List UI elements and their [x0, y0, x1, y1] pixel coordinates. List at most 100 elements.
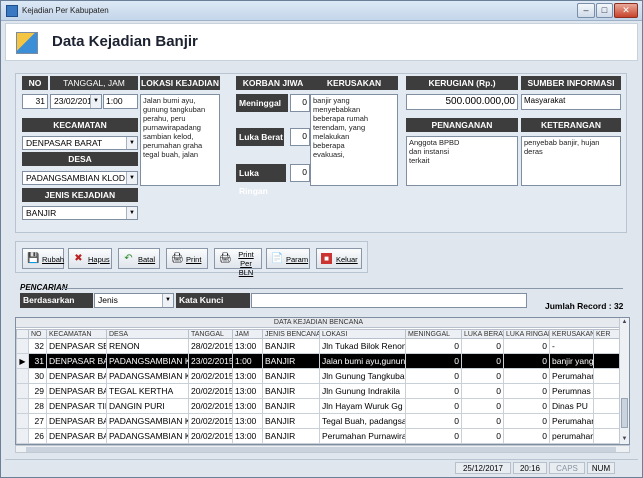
column-header[interactable]: MENINGGAL [405, 329, 462, 339]
table-cell: 28/02/2015 [188, 338, 233, 354]
keterangan-label: KETERANGAN [521, 118, 621, 132]
column-header[interactable]: TANGGAL [188, 329, 233, 339]
table-row[interactable]: 27DENPASAR BARATPADANGSAMBIAN KLOD20/02/… [16, 413, 622, 429]
column-header[interactable]: NO [28, 329, 47, 339]
table-cell: 0 [461, 383, 504, 399]
meninggal-field[interactable]: 0 [290, 94, 310, 112]
exit-icon: ■ [321, 253, 332, 264]
title-bar: Kejadian Per Kabupaten – □ ✕ [1, 1, 642, 21]
table-row[interactable]: 30DENPASAR BARATPADANGSAMBIAN KLOD20/02/… [16, 368, 622, 384]
scroll-thumb[interactable] [26, 447, 616, 452]
time-field[interactable]: 1:00 [103, 94, 138, 109]
chevron-down-icon[interactable]: ▼ [126, 137, 137, 149]
keluar-label: Keluar [336, 255, 358, 264]
database-icon [16, 32, 38, 54]
data-table: NO KECAMATAN DESA TANGGAL JAM JENIS BENCANA LO… [16, 329, 622, 444]
column-header[interactable]: JENIS BENCANA [262, 329, 320, 339]
ubah-button[interactable]: 💾 Rubah [22, 248, 64, 269]
chevron-down-icon[interactable]: ▼ [90, 95, 101, 108]
table-cell: 13:00 [232, 338, 263, 354]
table-cell: 0 [405, 353, 462, 369]
scroll-thumb[interactable] [621, 398, 628, 428]
column-header[interactable]: KECAMATAN [46, 329, 107, 339]
print-per-bln-button[interactable]: 🖨 Print Per BLN [214, 248, 262, 277]
table-cell [593, 338, 622, 354]
table-cell: 0 [503, 398, 550, 414]
table-row[interactable]: 28DENPASAR TIMURDANGIN PURI20/02/201513:… [16, 398, 622, 414]
keluar-button[interactable]: ■ Keluar [316, 248, 362, 269]
status-bar: 25/12/2017 20:16 CAPS NUM [5, 459, 638, 476]
status-num: NUM [587, 462, 615, 474]
no-field[interactable]: 31 [22, 94, 48, 109]
table-row[interactable]: ▶31DENPASAR BARATPADANGSAMBIAN KLOD23/02… [16, 353, 622, 369]
lokasi-memo[interactable]: Jalan bumi ayu, gunung tangkuban perahu,… [140, 94, 220, 186]
maximize-button[interactable]: □ [596, 3, 613, 18]
table-cell: DENPASAR BARAT [46, 383, 107, 399]
kerugian-field[interactable]: 500.000.000,00 [406, 94, 518, 110]
no-label: NO [22, 76, 48, 90]
row-indicator [16, 413, 29, 429]
penanganan-memo[interactable]: Anggota BPBD dan instansi terkait [406, 136, 518, 186]
luka-ringan-field[interactable]: 0 [290, 164, 310, 182]
delete-icon: ✖ [74, 253, 83, 264]
row-indicator [16, 398, 29, 414]
berdasarkan-select[interactable]: Jenis ▼ [94, 293, 174, 308]
vertical-scrollbar[interactable]: ▲ ▼ [619, 318, 629, 444]
horizontal-scrollbar[interactable] [15, 445, 630, 453]
keterangan-memo[interactable]: penyebab banjir, hujan deras [521, 136, 621, 186]
chevron-down-icon[interactable]: ▼ [126, 207, 137, 219]
column-header[interactable]: JAM [232, 329, 263, 339]
column-header[interactable]: LOKASI [319, 329, 406, 339]
table-cell: 0 [503, 353, 550, 369]
table-cell: Jalan bumi ayu,gunung [319, 353, 406, 369]
table-row[interactable]: 29DENPASAR BARATTEGAL KERTHA20/02/201513… [16, 383, 622, 399]
table-cell: DENPASAR BARAT [46, 353, 107, 369]
chevron-down-icon[interactable]: ▼ [162, 294, 173, 307]
table-cell: 0 [405, 368, 462, 384]
kecamatan-select[interactable]: DENPASAR BARAT ▼ [22, 136, 138, 150]
desa-select[interactable]: PADANGSAMBIAN KLOD ▼ [22, 171, 138, 185]
luka-berat-field[interactable]: 0 [290, 128, 310, 146]
table-cell: RENON [106, 338, 189, 354]
table-cell [593, 413, 622, 429]
hapus-button[interactable]: ✖ Hapus [68, 248, 112, 269]
table-cell: Jln Hayam Wuruk Gg N [319, 398, 406, 414]
jenis-select[interactable]: BANJIR ▼ [22, 206, 138, 220]
scroll-up-icon[interactable]: ▲ [620, 318, 629, 327]
param-button[interactable]: 📄 Param [266, 248, 310, 269]
close-button[interactable]: ✕ [614, 3, 638, 18]
jenis-value: BANJIR [26, 208, 57, 218]
desa-value: PADANGSAMBIAN KLOD [26, 173, 126, 183]
column-header[interactable]: DESA [106, 329, 189, 339]
column-header[interactable]: LUKA BERAT [461, 329, 504, 339]
printer-icon: 🖨 [171, 253, 184, 264]
table-cell: 0 [405, 398, 462, 414]
batal-button[interactable]: ↶ Batal [118, 248, 160, 269]
kerusakan-memo[interactable]: banjir yang menyebabkan beberapa rumah t… [310, 94, 398, 186]
table-cell: perumahan [549, 428, 594, 444]
table-row[interactable]: 32DENPASAR SELATANRENON28/02/201513:00BA… [16, 338, 622, 354]
chevron-down-icon[interactable]: ▼ [126, 172, 137, 184]
table-cell: BANJIR [262, 353, 320, 369]
table-row[interactable]: 26DENPASAR BARATPADANGSAMBIAN KLOD20/02/… [16, 428, 622, 444]
table-header-row: NO KECAMATAN DESA TANGGAL JAM JENIS BENCANA LO… [16, 329, 622, 339]
sumber-field[interactable]: Masyarakat [521, 94, 621, 110]
column-header[interactable]: LUKA RINGAN [503, 329, 550, 339]
table-cell: BANJIR [262, 383, 320, 399]
table-cell: 0 [503, 383, 550, 399]
column-header[interactable]: KERUSAKAN [549, 329, 594, 339]
search-input[interactable] [251, 293, 527, 308]
scroll-down-icon[interactable]: ▼ [620, 435, 629, 444]
table-cell: BANJIR [262, 398, 320, 414]
table-cell: 26 [28, 428, 47, 444]
minimize-button[interactable]: – [577, 3, 595, 18]
document-icon: 📄 [271, 253, 284, 264]
kata-kunci-label: Kata Kunci [176, 293, 250, 308]
table-cell: 0 [405, 413, 462, 429]
date-picker[interactable]: 23/02/2015 ▼ [50, 94, 102, 109]
print-per-bln-label: Print Per BLN [238, 250, 254, 277]
print-button[interactable]: 🖨 Print [166, 248, 208, 269]
column-header[interactable]: KER [593, 329, 622, 339]
print-label: Print [186, 255, 202, 264]
table-cell: 0 [405, 338, 462, 354]
